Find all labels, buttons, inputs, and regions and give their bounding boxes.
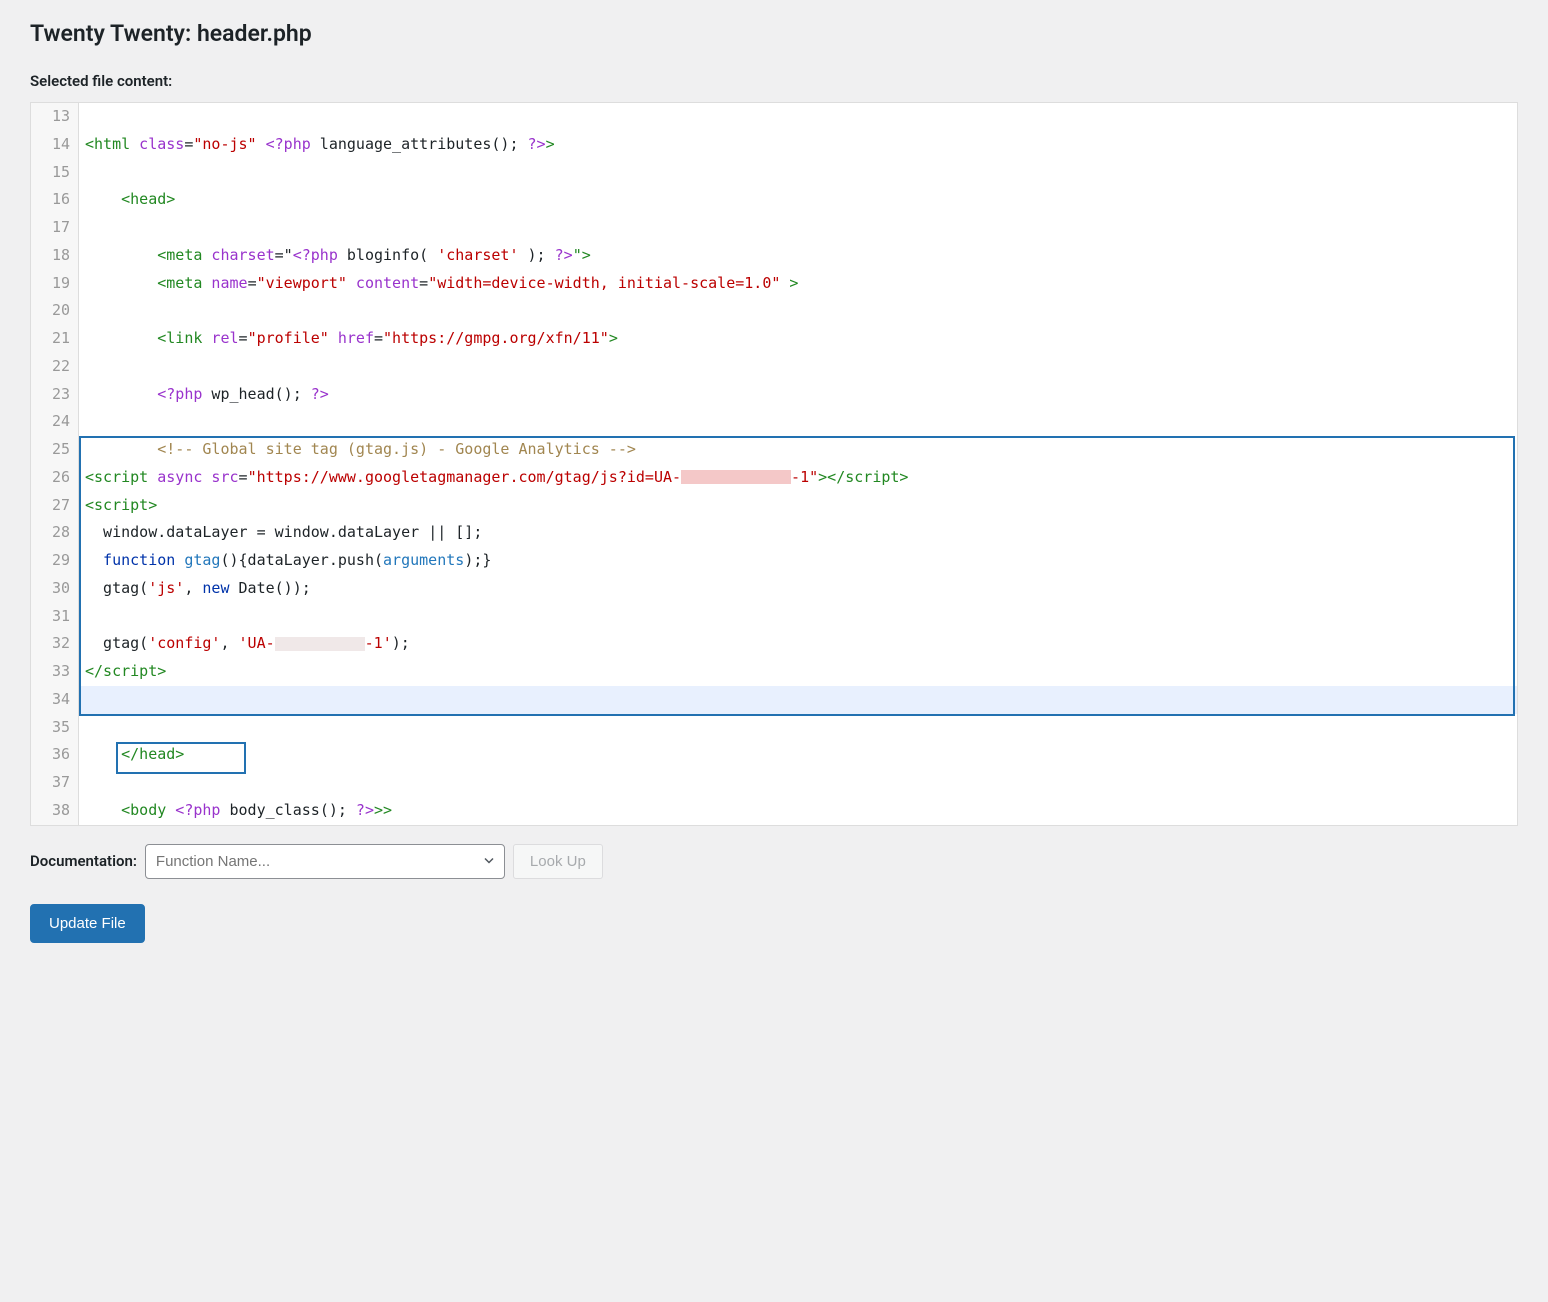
- code-line[interactable]: [79, 159, 1517, 187]
- line-number: 26: [31, 464, 79, 492]
- function-name-select[interactable]: [145, 844, 505, 879]
- line-number: 28: [31, 519, 79, 547]
- line-number: 34: [31, 686, 79, 714]
- line-number: 20: [31, 297, 79, 325]
- code-line[interactable]: <link rel="profile" href="https://gmpg.o…: [79, 325, 1517, 353]
- code-line[interactable]: [79, 353, 1517, 381]
- code-line[interactable]: function gtag(){dataLayer.push(arguments…: [79, 547, 1517, 575]
- line-number: 23: [31, 381, 79, 409]
- code-line[interactable]: [79, 769, 1517, 797]
- code-line[interactable]: </head>: [79, 741, 1517, 769]
- line-number: 27: [31, 492, 79, 520]
- line-number: 32: [31, 630, 79, 658]
- line-number: 37: [31, 769, 79, 797]
- line-number: 33: [31, 658, 79, 686]
- documentation-label: Documentation:: [30, 852, 137, 870]
- line-number: 22: [31, 353, 79, 381]
- code-line[interactable]: <script async src="https://www.googletag…: [79, 464, 1517, 492]
- code-line[interactable]: <meta name="viewport" content="width=dev…: [79, 270, 1517, 298]
- redacted-id: [681, 470, 791, 484]
- line-number: 35: [31, 714, 79, 742]
- code-line[interactable]: <head>: [79, 186, 1517, 214]
- documentation-controls: Documentation: Look Up: [30, 844, 1518, 879]
- line-number: 31: [31, 603, 79, 631]
- line-number: 16: [31, 186, 79, 214]
- code-line[interactable]: <meta charset="<?php bloginfo( 'charset'…: [79, 242, 1517, 270]
- line-number: 14: [31, 131, 79, 159]
- line-number: 19: [31, 270, 79, 298]
- update-file-button[interactable]: Update File: [30, 904, 145, 943]
- code-line[interactable]: [79, 686, 1517, 714]
- line-number: 17: [31, 214, 79, 242]
- line-number: 29: [31, 547, 79, 575]
- redacted-id: [275, 637, 365, 651]
- line-number: 24: [31, 408, 79, 436]
- code-line[interactable]: <script>: [79, 492, 1517, 520]
- line-number: 21: [31, 325, 79, 353]
- code-line[interactable]: <html class="no-js" <?php language_attri…: [79, 131, 1517, 159]
- line-number: 38: [31, 797, 79, 825]
- code-line[interactable]: [79, 408, 1517, 436]
- code-line[interactable]: [79, 214, 1517, 242]
- line-number: 25: [31, 436, 79, 464]
- code-line[interactable]: </script>: [79, 658, 1517, 686]
- code-line[interactable]: window.dataLayer = window.dataLayer || […: [79, 519, 1517, 547]
- line-number: 13: [31, 103, 79, 131]
- code-line[interactable]: [79, 297, 1517, 325]
- code-line[interactable]: <!-- Global site tag (gtag.js) - Google …: [79, 436, 1517, 464]
- code-editor[interactable]: 13 14<html class="no-js" <?php language_…: [30, 102, 1518, 826]
- line-number: 15: [31, 159, 79, 187]
- code-line[interactable]: gtag('js', new Date());: [79, 575, 1517, 603]
- code-line[interactable]: [79, 603, 1517, 631]
- code-line[interactable]: [79, 714, 1517, 742]
- lookup-button[interactable]: Look Up: [513, 844, 603, 879]
- code-line[interactable]: <body <?php body_class(); ?>>>: [79, 797, 1517, 825]
- code-line[interactable]: [79, 103, 1517, 131]
- line-number: 18: [31, 242, 79, 270]
- code-line[interactable]: <?php wp_head(); ?>: [79, 381, 1517, 409]
- section-label: Selected file content:: [30, 72, 1518, 90]
- page-title: Twenty Twenty: header.php: [30, 20, 1518, 47]
- line-number: 30: [31, 575, 79, 603]
- line-number: 36: [31, 741, 79, 769]
- code-line[interactable]: gtag('config', 'UA--1');: [79, 630, 1517, 658]
